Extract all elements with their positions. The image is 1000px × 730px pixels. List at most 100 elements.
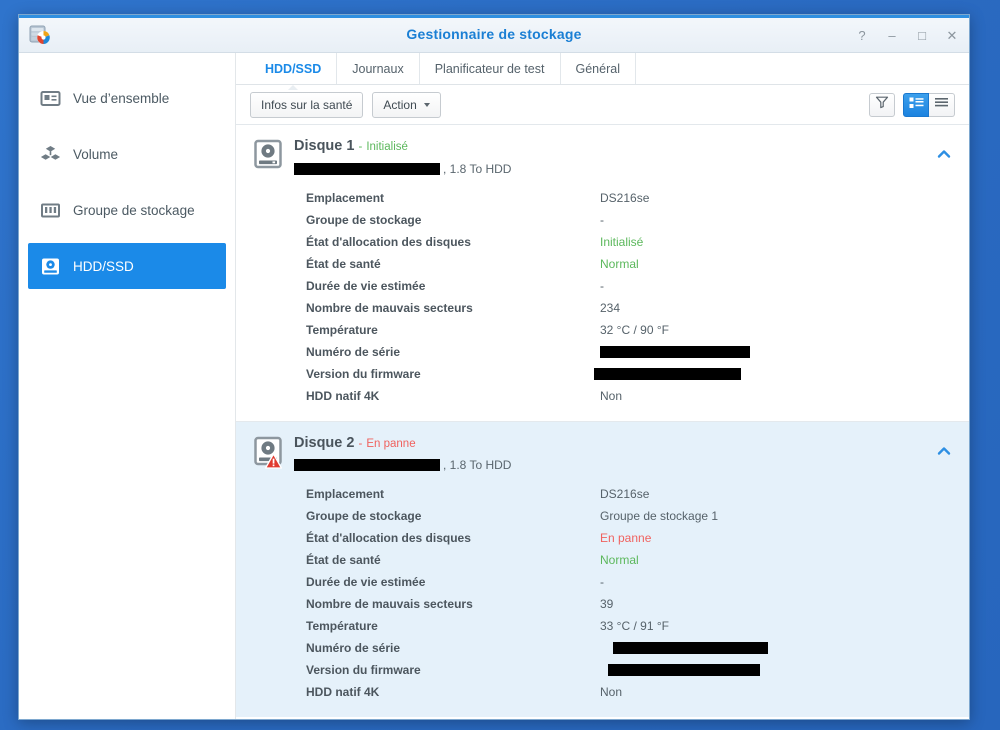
- detail-key: État de santé: [306, 553, 381, 567]
- action-label: Action: [383, 97, 417, 112]
- content-area: HDD/SSD Journaux Planificateur de test G…: [236, 53, 969, 719]
- sidebar-item-label: Groupe de stockage: [73, 202, 195, 218]
- detail-value: [600, 345, 750, 358]
- sidebar-item-overview[interactable]: Vue d’ensemble: [28, 75, 226, 121]
- sidebar-item-storage-pool[interactable]: Groupe de stockage: [28, 187, 226, 233]
- tab-bar: HDD/SSD Journaux Planificateur de test G…: [236, 53, 969, 90]
- detail-value: 39: [600, 597, 614, 611]
- disk-status-badge: En panne: [366, 437, 416, 450]
- detail-row: Groupe de stockage -: [306, 209, 955, 231]
- disk-detail-rows: Emplacement DS216se Groupe de stockage G…: [250, 483, 955, 703]
- detail-value: -: [600, 212, 604, 227]
- disk-panel-1[interactable]: Disque 1 - Initialisé , 1.8 To HDD Empla…: [236, 125, 969, 421]
- detail-key: Numéro de série: [306, 344, 401, 359]
- detail-row: État d'allocation des disques En panne: [306, 527, 955, 549]
- detail-row: Durée de vie estimée -: [306, 571, 955, 593]
- detail-row: Groupe de stockage Groupe de stockage 1: [306, 505, 955, 527]
- title-bar: Gestionnaire de stockage ? – □ ✕: [19, 15, 969, 53]
- overview-icon: [40, 88, 61, 109]
- disk-list[interactable]: Disque 1 - Initialisé , 1.8 To HDD Empla…: [236, 125, 969, 719]
- sidebar-item-volume[interactable]: Volume: [28, 131, 226, 177]
- detail-value: -: [600, 575, 604, 589]
- detail-key: Nombre de mauvais secteurs: [306, 597, 473, 611]
- tab-journaux[interactable]: Journaux: [337, 53, 420, 84]
- hdd-icon: [254, 139, 282, 173]
- detail-key: État d'allocation des disques: [306, 234, 471, 249]
- detail-key: HDD natif 4K: [306, 388, 380, 403]
- firmware-version-redaction: [594, 367, 741, 380]
- disk-model-redaction: [294, 459, 440, 471]
- detail-value: [594, 367, 741, 380]
- detail-value: Groupe de stockage 1: [600, 509, 719, 523]
- volume-icon: [40, 144, 61, 165]
- detail-key: Durée de vie estimée: [306, 575, 426, 589]
- window-controls: ? – □ ✕: [855, 18, 959, 52]
- sidebar: Vue d’ensemble Volume Groupe de stockage…: [19, 53, 236, 719]
- health-info-label: Infos sur la santé: [261, 97, 353, 112]
- disk-title: Disque 2: [294, 434, 355, 451]
- tab-label: Général: [575, 61, 620, 76]
- tab-label: Planificateur de test: [434, 61, 545, 76]
- tab-label: Journaux: [352, 61, 404, 76]
- detail-row: Nombre de mauvais secteurs 39: [306, 593, 955, 615]
- detail-value: 33 °C / 91 °F: [600, 619, 669, 633]
- disk-model-line: , 1.8 To HDD: [294, 162, 511, 176]
- detail-row: Nombre de mauvais secteurs 234: [306, 297, 955, 319]
- detail-value: [600, 642, 768, 654]
- detail-value: DS216se: [600, 487, 650, 501]
- detail-row: Température 32 °C / 90 °F: [306, 319, 955, 341]
- help-button[interactable]: ?: [855, 28, 869, 42]
- disk-model-line: , 1.8 To HDD: [294, 458, 511, 472]
- detail-key: État d'allocation des disques: [306, 531, 471, 545]
- list-view-button[interactable]: [929, 92, 955, 117]
- disk-status-separator: -: [358, 141, 363, 153]
- detail-row: État d'allocation des disques Initialisé: [306, 231, 955, 253]
- tab-general[interactable]: Général: [561, 53, 636, 84]
- detail-view-icon: [909, 96, 924, 114]
- maximize-button[interactable]: □: [915, 28, 929, 42]
- disk-title-line: Disque 1 - Initialisé: [294, 137, 511, 154]
- disk-status-separator: -: [358, 437, 363, 450]
- detail-value: 32 °C / 90 °F: [600, 322, 669, 337]
- window-body: Vue d’ensemble Volume Groupe de stockage…: [19, 53, 969, 719]
- collapse-chevron-up-icon[interactable]: [935, 442, 953, 460]
- sidebar-item-label: HDD/SSD: [73, 258, 134, 274]
- detail-value: Normal: [600, 553, 639, 567]
- sidebar-item-label: Volume: [73, 146, 119, 162]
- detail-row: État de santé Normal: [306, 253, 955, 275]
- disk-panel-2[interactable]: Disque 2 - En panne , 1.8 To HDD Emplace…: [236, 421, 969, 717]
- detail-value: -: [600, 278, 604, 293]
- health-info-button[interactable]: Infos sur la santé: [250, 91, 364, 118]
- detail-value: Non: [600, 388, 623, 403]
- disk-title-line: Disque 2 - En panne: [294, 434, 511, 451]
- close-button[interactable]: ✕: [945, 28, 959, 42]
- collapse-chevron-up-icon[interactable]: [935, 145, 953, 163]
- detail-value: En panne: [600, 531, 652, 545]
- detail-row: HDD natif 4K Non: [306, 385, 955, 407]
- disk-capacity: , 1.8 To HDD: [443, 458, 512, 472]
- detail-view-button[interactable]: [903, 92, 929, 117]
- detail-value: 234: [600, 300, 621, 315]
- detail-row: Numéro de série: [306, 637, 955, 659]
- detail-key: Version du firmware: [306, 366, 421, 381]
- disk-detail-rows: Emplacement DS216se Groupe de stockage -…: [250, 187, 955, 407]
- disk-header-text: Disque 1 - Initialisé , 1.8 To HDD: [294, 137, 511, 176]
- detail-key: Numéro de série: [306, 641, 401, 655]
- serial-number-redaction: [613, 642, 768, 654]
- minimize-button[interactable]: –: [885, 28, 899, 42]
- detail-key: Durée de vie estimée: [306, 278, 426, 293]
- disk-icon-wrap: [254, 139, 282, 169]
- detail-row: Numéro de série: [306, 341, 955, 363]
- detail-key: Emplacement: [306, 487, 385, 501]
- disk-title: Disque 1: [294, 138, 355, 154]
- filter-button[interactable]: [869, 92, 895, 117]
- action-button[interactable]: Action: [372, 91, 441, 118]
- tab-hdd-ssd[interactable]: HDD/SSD: [250, 53, 338, 90]
- detail-value: Normal: [600, 256, 639, 271]
- tab-label: HDD/SSD: [265, 61, 322, 76]
- detail-value: [600, 664, 760, 676]
- detail-key: Groupe de stockage: [306, 509, 422, 523]
- tab-planificateur-de-test[interactable]: Planificateur de test: [420, 53, 561, 84]
- detail-row: Température 33 °C / 91 °F: [306, 615, 955, 637]
- sidebar-item-hdd-ssd[interactable]: HDD/SSD: [28, 243, 226, 289]
